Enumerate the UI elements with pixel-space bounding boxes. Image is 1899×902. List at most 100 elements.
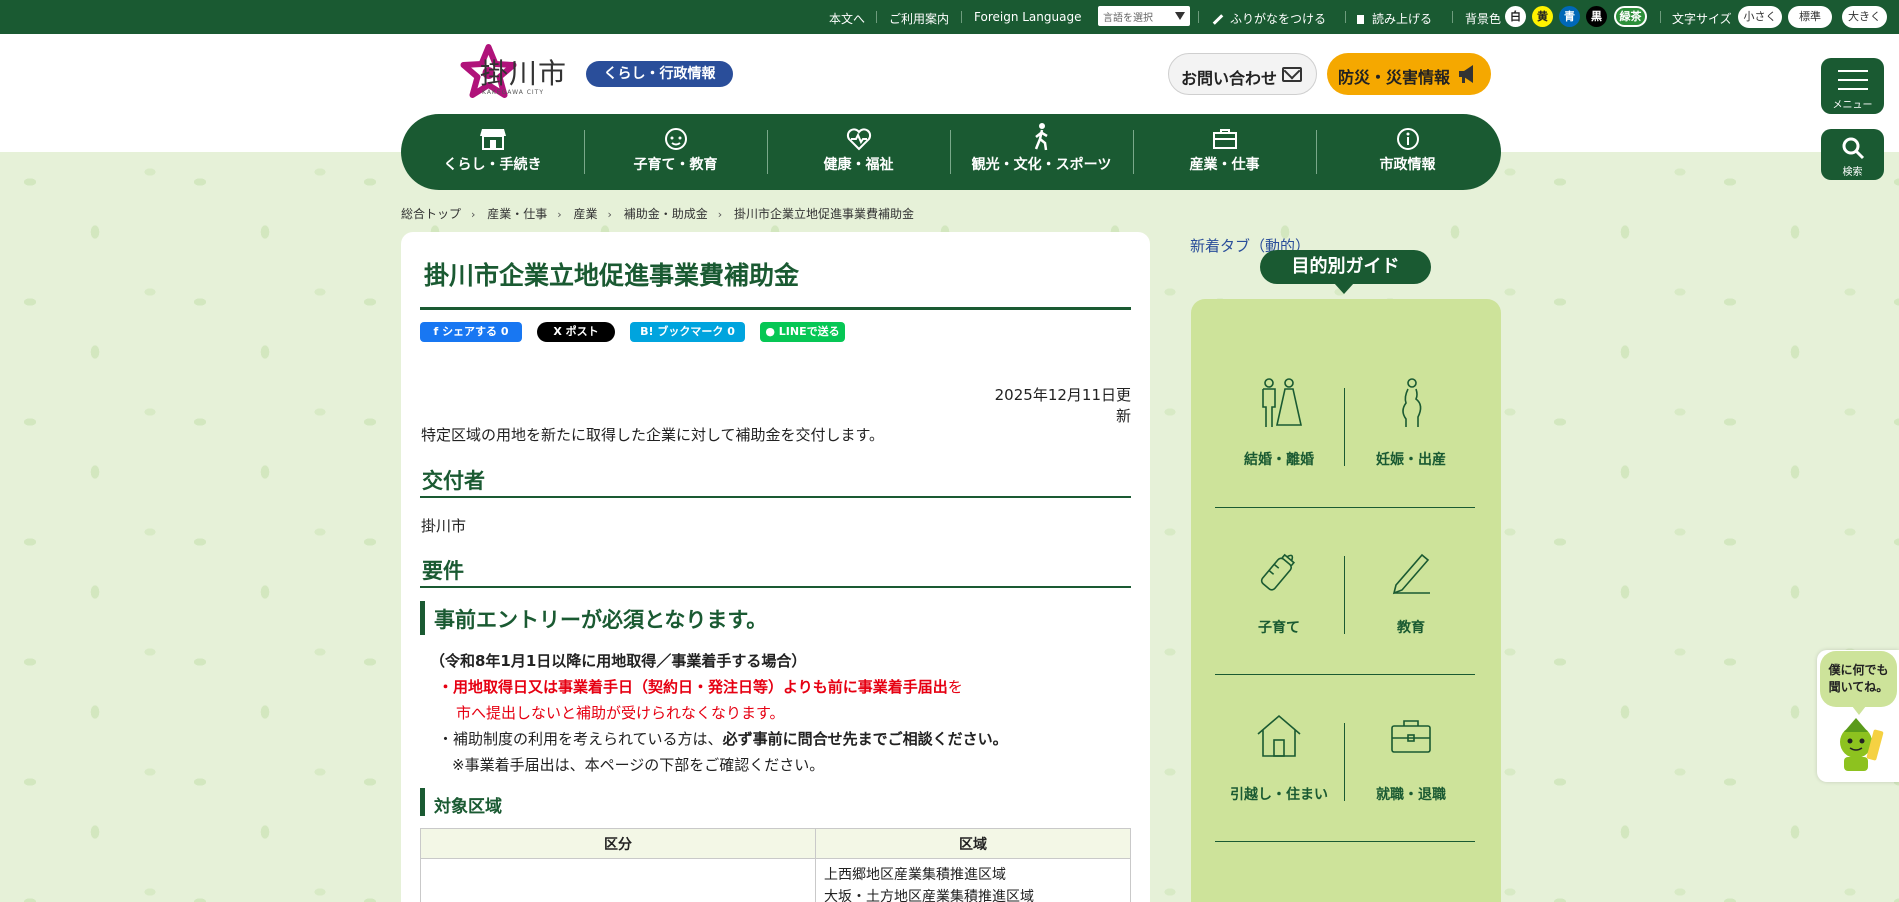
nav-health[interactable]: 健康・福祉 (767, 114, 950, 190)
megaphone-icon (1459, 65, 1473, 83)
subheading-bar (420, 601, 425, 635)
grantor-text: 掛川市 (421, 517, 467, 535)
table-row: 上西郷地区産業集積推進区域 大坂・土方地区産業集積推進区域 (420, 858, 1131, 902)
contact-button[interactable]: お問い合わせ (1168, 53, 1317, 95)
main-navigation: くらし・手続き 子育て・教育 健康・福祉 観光・文化・スポーツ 産業・仕事 市政… (401, 114, 1501, 190)
note-consultation: ・補助制度の利用を考えられている方は、必ず事前に問合せ先までご相談ください。 (438, 730, 1008, 748)
guide-childcare[interactable]: 子育て (1214, 545, 1344, 655)
guide-divider (1215, 841, 1475, 842)
breadcrumb-industry-work[interactable]: 産業・仕事 (487, 207, 547, 221)
nav-tourism[interactable]: 観光・文化・スポーツ (950, 114, 1133, 190)
font-size-large-button[interactable]: 大きく (1842, 6, 1887, 28)
info-icon (1397, 128, 1419, 150)
shop-icon (480, 129, 506, 150)
breadcrumb-top[interactable]: 総合トップ (401, 207, 461, 221)
guide-housing[interactable]: 引越し・住まい (1214, 712, 1344, 822)
x-icon: X (553, 325, 566, 338)
bg-color-button[interactable]: 黄 (1532, 6, 1553, 27)
table-header-category: 区分 (420, 828, 816, 859)
nav-childcare[interactable]: 子育て・教育 (584, 114, 767, 190)
walking-icon (1034, 123, 1048, 151)
briefcase-icon (1213, 129, 1237, 149)
target-area-table: 区分 区域 上西郷地区産業集積推進区域 大坂・土方地区産業集積推進区域 (420, 828, 1131, 902)
mascot-icon (1840, 718, 1884, 771)
search-button[interactable]: 検索 (1821, 129, 1884, 180)
nav-industry[interactable]: 産業・仕事 (1133, 114, 1316, 190)
briefcase-icon (1391, 720, 1431, 753)
menu-button[interactable]: メニュー (1821, 58, 1884, 114)
logo-subtitle: KAKEGAWA CITY (482, 89, 544, 96)
breadcrumb: 総合トップ › 産業・仕事 › 産業 › 補助金・助成金 › 掛川市企業立地促進事業費補… (401, 207, 915, 221)
guide-title-pointer (1334, 283, 1354, 294)
wedding-icon (1262, 378, 1302, 427)
chevron-down-icon (1175, 12, 1185, 20)
nav-living[interactable]: くらし・手続き (401, 114, 584, 190)
hatena-bookmark-button[interactable]: B! ブックマーク 0 (630, 322, 745, 342)
page-title: 掛川市企業立地促進事業費補助金 (424, 261, 800, 290)
table-cell-area: 上西郷地区産業集積推進区域 大坂・土方地区産業集積推進区域 (815, 858, 1131, 902)
bg-color-button[interactable]: 黒 (1586, 6, 1607, 27)
bg-color-button[interactable]: 青 (1559, 6, 1580, 27)
line-icon: ● (765, 325, 779, 338)
guide-divider (1344, 723, 1345, 801)
font-size-label: 文字サイズ (1672, 12, 1732, 26)
section-badge: くらし・行政情報 (586, 61, 733, 87)
guide-divider (1215, 507, 1475, 508)
heading-divider (420, 496, 1131, 498)
guide-marriage[interactable]: 結婚・離婚 (1214, 377, 1344, 487)
language-select[interactable]: 言語を選択 (1098, 6, 1190, 26)
guide-education[interactable]: 教育 (1346, 545, 1476, 655)
font-size-small-button[interactable]: 小さく (1738, 6, 1782, 28)
font-size-standard-button[interactable]: 標準 (1788, 6, 1832, 28)
heading-target-area: 対象区域 (434, 797, 502, 817)
guide-title: 目的別ガイド (1260, 250, 1431, 284)
heading-divider (420, 586, 1131, 588)
chatbot-bubble[interactable]: 僕に何でも 聞いてね。 (1820, 651, 1897, 715)
furigana-button[interactable]: ふりがなをつける (1212, 10, 1326, 27)
disaster-info-button[interactable]: 防災・災害情報 (1327, 53, 1491, 95)
usage-guide-link[interactable]: ご利用案内 (889, 10, 949, 27)
facebook-icon: f (433, 325, 443, 338)
guide-employment[interactable]: 就職・退職 (1346, 712, 1476, 822)
x-post-button[interactable]: X ポスト (537, 322, 615, 342)
heading-entry-required: 事前エントリーが必須となります。 (434, 608, 768, 632)
title-divider (420, 307, 1131, 310)
heading-grantor: 交付者 (422, 469, 485, 493)
skip-to-content-link[interactable]: 本文へ (829, 10, 865, 27)
condition-text: （令和8年1月1日以降に用地取得／事業着手する場合） (430, 652, 807, 670)
note-see-below: ※事業着手届出は、本ページの下部をご確認ください。 (452, 756, 825, 774)
house-icon (1257, 714, 1301, 757)
guide-divider (1215, 674, 1475, 675)
read-aloud-button[interactable]: 読み上げる (1357, 10, 1432, 27)
pen-icon (1212, 14, 1224, 25)
baby-bottle-icon (1260, 553, 1296, 591)
line-share-button[interactable]: ● LINEで送る (760, 322, 845, 342)
pregnancy-icon (1402, 378, 1422, 427)
baby-icon (665, 128, 687, 150)
background-color-label: 背景色 (1465, 12, 1502, 26)
note-entry-deadline: ・用地取得日又は事業着手日（契約日・発注日等）よりも前に事業着手届出を (438, 678, 963, 696)
nav-city-admin[interactable]: 市政情報 (1316, 114, 1499, 190)
table-cell-category (420, 858, 816, 902)
breadcrumb-current: 掛川市企業立地促進事業費補助金 (734, 207, 915, 221)
search-icon (1842, 137, 1864, 160)
updated-date: 2025年12月11日更新 (994, 386, 1131, 425)
mail-icon (1282, 67, 1302, 82)
logo-title: 掛川市 (480, 57, 568, 90)
pencil-icon (1392, 553, 1430, 595)
heart-pulse-icon (846, 128, 872, 151)
guide-divider (1344, 556, 1345, 634)
guide-pregnancy[interactable]: 妊娠・出産 (1346, 377, 1476, 487)
note-entry-deadline-line2: 市へ提出しないと補助が受けられなくなります。 (456, 704, 785, 722)
facebook-share-button[interactable]: f シェアする 0 (420, 322, 522, 342)
bg-color-button[interactable]: 白 (1505, 6, 1526, 27)
bg-color-button[interactable]: 緑茶 (1614, 6, 1647, 27)
table-header-area: 区域 (815, 828, 1131, 859)
guide-divider (1344, 388, 1345, 466)
speaker-icon (1357, 15, 1364, 24)
intro-text: 特定区域の用地を新たに取得した企業に対して補助金を交付します。 (421, 426, 885, 444)
breadcrumb-industry[interactable]: 産業 (574, 207, 598, 221)
breadcrumb-subsidies[interactable]: 補助金・助成金 (624, 207, 708, 221)
foreign-language-link[interactable]: Foreign Language (974, 10, 1081, 24)
utility-bar: 本文へ ご利用案内 Foreign Language 言語を選択 ふりがなをつけ… (0, 0, 1899, 34)
